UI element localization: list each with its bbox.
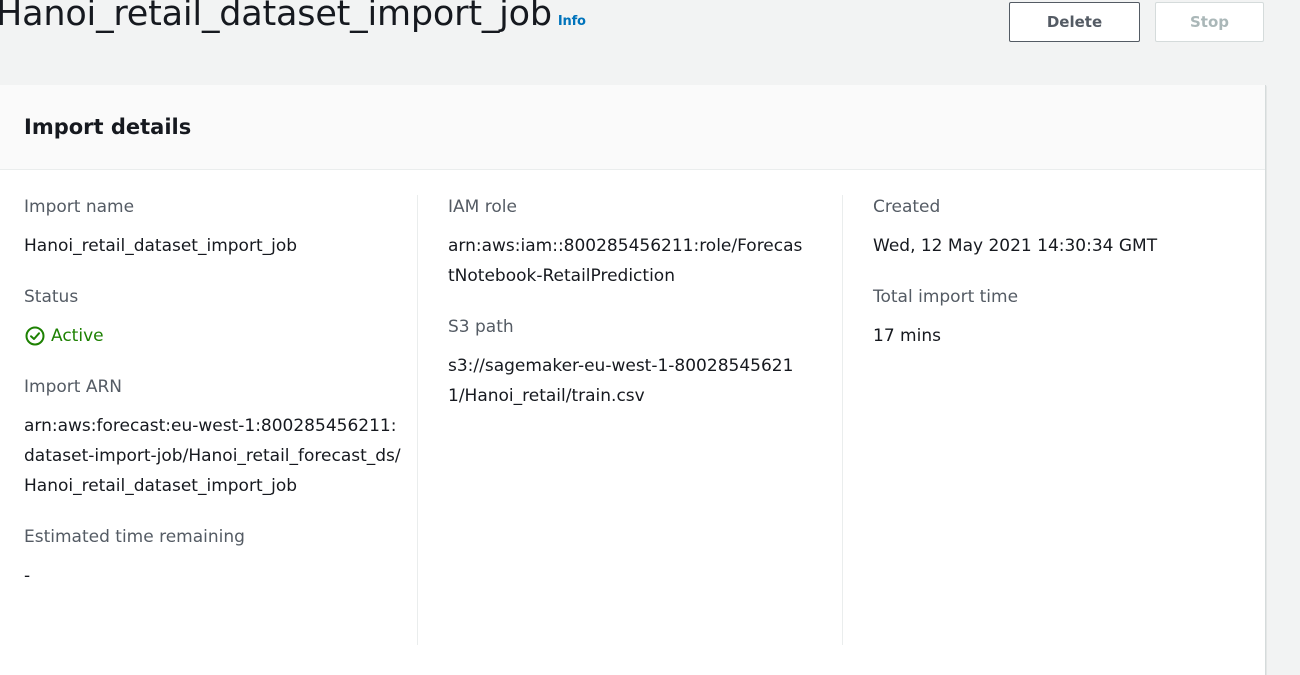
import-name-value: Hanoi_retail_dataset_import_job bbox=[24, 236, 298, 256]
page-title: Hanoi_retail_dataset_import_job Info bbox=[0, 0, 586, 34]
total-import-time-field: Total import time 17 mins bbox=[873, 285, 1253, 351]
details-column-1: Import name Hanoi_retail_dataset_import_… bbox=[24, 195, 404, 615]
import-details-card: Import details Import name Hanoi_retail_… bbox=[0, 85, 1266, 675]
s3-path-field: S3 path s3://sagemaker-eu-west-1-8002854… bbox=[448, 315, 808, 411]
card-title: Import details bbox=[24, 115, 192, 139]
field-label: IAM role bbox=[448, 197, 517, 217]
column-divider bbox=[417, 195, 418, 645]
status-text: Active bbox=[51, 326, 104, 346]
details-column-2: IAM role arn:aws:iam::800285456211:role/… bbox=[448, 195, 808, 435]
field-label: Estimated time remaining bbox=[24, 527, 245, 547]
estimated-time-field: Estimated time remaining - bbox=[24, 525, 404, 591]
created-field: Created Wed, 12 May 2021 14:30:34 GMT bbox=[873, 195, 1253, 261]
details-column-3: Created Wed, 12 May 2021 14:30:34 GMT To… bbox=[873, 195, 1253, 375]
total-import-time-value: 17 mins bbox=[873, 326, 941, 346]
import-name-field: Import name Hanoi_retail_dataset_import_… bbox=[24, 195, 404, 261]
check-circle-icon bbox=[24, 325, 46, 347]
stop-button[interactable]: Stop bbox=[1155, 2, 1264, 42]
import-job-page: Hanoi_retail_dataset_import_job Info Dele… bbox=[0, 0, 1300, 675]
page-header: Hanoi_retail_dataset_import_job Info Dele… bbox=[0, 0, 1300, 56]
estimated-time-value: - bbox=[24, 566, 31, 586]
import-arn-field: Import ARN arn:aws:forecast:eu-west-1:80… bbox=[24, 375, 404, 501]
delete-button[interactable]: Delete bbox=[1009, 2, 1140, 42]
s3-path-value: s3://sagemaker-eu-west-1-800285456211/Ha… bbox=[448, 356, 794, 406]
column-divider bbox=[842, 195, 843, 645]
field-label: Import name bbox=[24, 197, 135, 217]
iam-role-value: arn:aws:iam::800285456211:role/ForecastN… bbox=[448, 236, 803, 286]
page-title-text: Hanoi_retail_dataset_import_job bbox=[0, 0, 552, 34]
status-field: Status Active bbox=[24, 285, 404, 351]
field-label: S3 path bbox=[448, 317, 514, 337]
status-value: Active bbox=[24, 321, 404, 351]
card-header: Import details bbox=[0, 85, 1265, 170]
field-label: Total import time bbox=[873, 287, 1019, 307]
created-value: Wed, 12 May 2021 14:30:34 GMT bbox=[873, 236, 1158, 256]
iam-role-field: IAM role arn:aws:iam::800285456211:role/… bbox=[448, 195, 808, 291]
field-label: Status bbox=[24, 287, 79, 307]
field-label: Created bbox=[873, 197, 941, 217]
field-label: Import ARN bbox=[24, 377, 122, 397]
import-arn-value: arn:aws:forecast:eu-west-1:800285456211:… bbox=[24, 416, 401, 496]
info-link[interactable]: Info bbox=[558, 14, 586, 29]
